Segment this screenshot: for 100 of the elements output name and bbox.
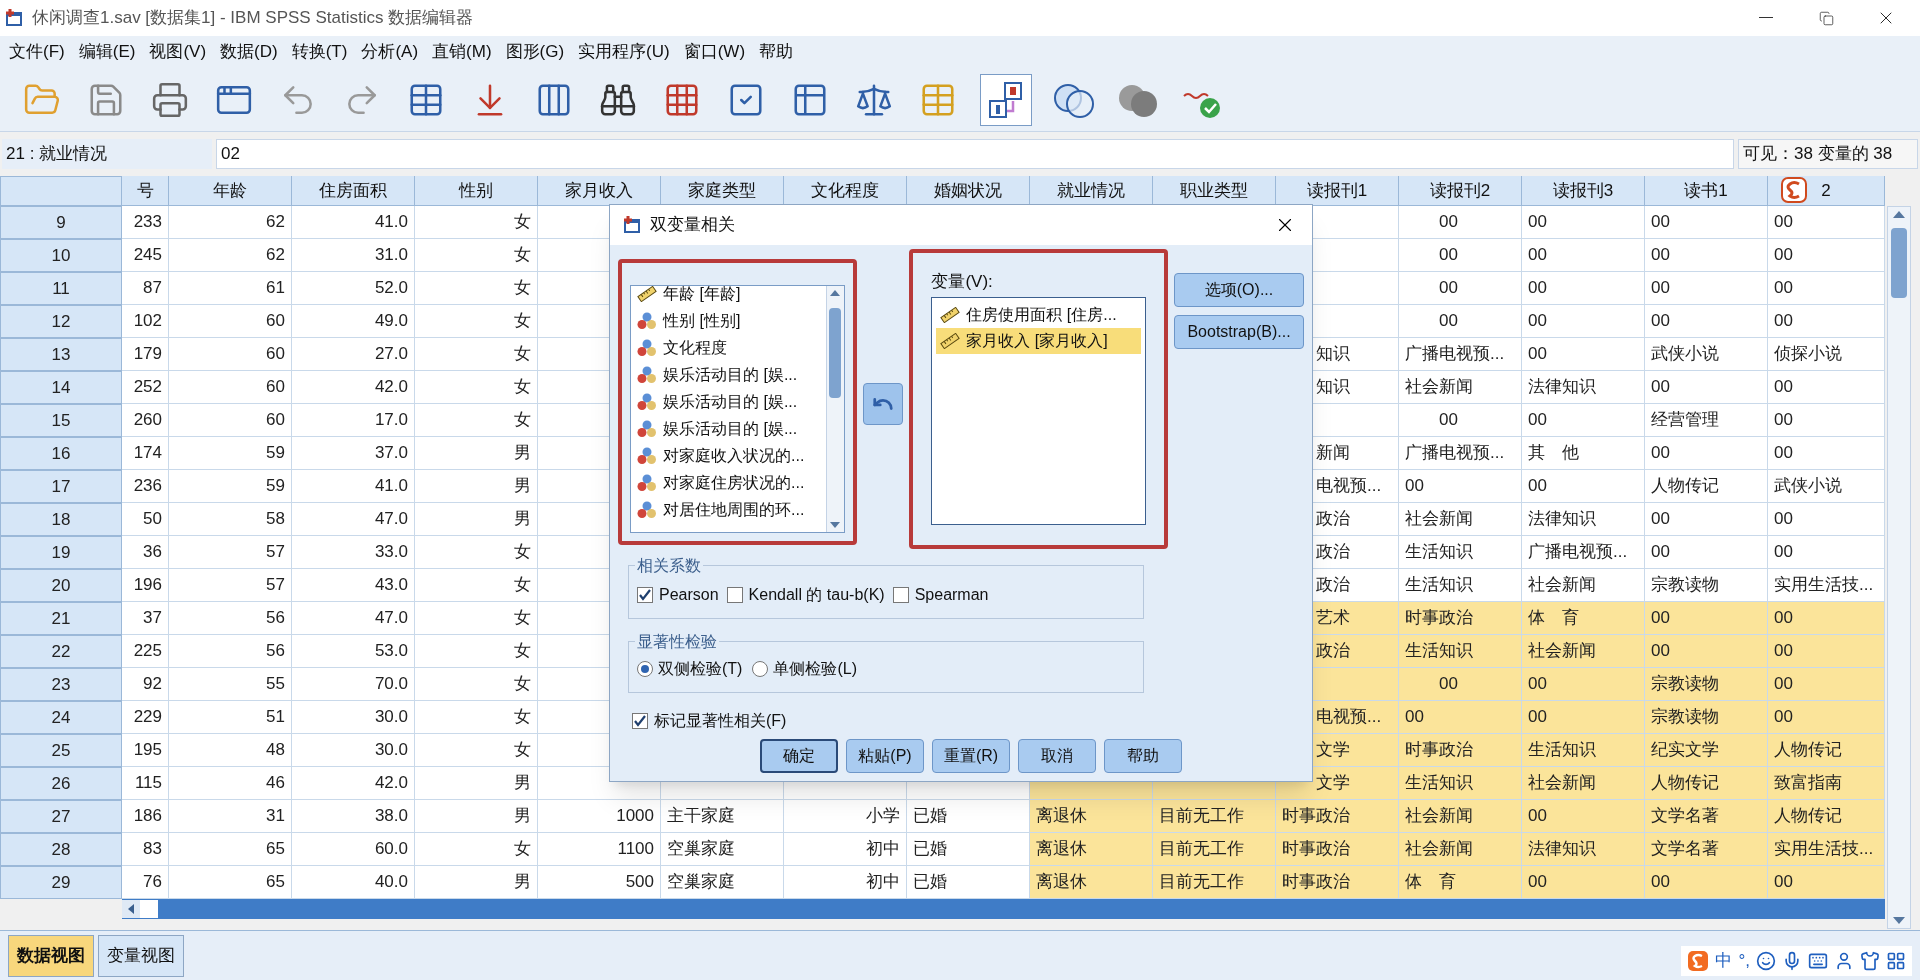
menu-item[interactable]: 图形(G) — [500, 39, 570, 65]
table-cell: 92 — [122, 668, 169, 701]
ime-mode[interactable]: 中 — [1715, 948, 1733, 974]
row-number[interactable]: 23 — [0, 668, 122, 701]
menu-item[interactable]: 数据(D) — [215, 39, 283, 65]
target-variable-list[interactable]: 住房使用面积 [住房... 家月收入 [家月收入] — [931, 296, 1146, 525]
table-cell: 男 — [415, 503, 538, 536]
cell-value-field[interactable]: 02 — [216, 139, 1734, 169]
variable-item[interactable]: 文化程度 — [663, 335, 727, 360]
row-number[interactable]: 14 — [0, 371, 122, 404]
menu-item[interactable]: 视图(V) — [144, 39, 212, 65]
dialog-button[interactable]: 帮助 — [1104, 739, 1182, 773]
table-cell: 00 — [1645, 305, 1768, 338]
row-number[interactable]: 11 — [0, 272, 122, 305]
variable-item[interactable]: 对家庭住房状况的... — [663, 470, 805, 495]
smile-icon[interactable] — [1756, 951, 1776, 971]
view-tab[interactable]: 变量视图 — [98, 935, 184, 977]
corner-cell[interactable] — [0, 176, 122, 206]
checkbox[interactable] — [637, 587, 653, 603]
dialog-button[interactable]: 粘贴(P) — [846, 739, 924, 773]
table-cell: 38.0 — [292, 800, 415, 833]
row-number[interactable]: 10 — [0, 239, 122, 272]
scrollbar[interactable] — [825, 286, 844, 532]
horizontal-scrollbar[interactable] — [122, 899, 1885, 919]
row-number[interactable]: 21 — [0, 602, 122, 635]
row-number[interactable]: 29 — [0, 866, 122, 899]
ime-punctuation[interactable]: °, — [1738, 948, 1750, 974]
row-number[interactable]: 18 — [0, 503, 122, 536]
menu-item[interactable]: 编辑(E) — [73, 39, 141, 65]
row-number[interactable]: 12 — [0, 305, 122, 338]
row-number[interactable]: 15 — [0, 404, 122, 437]
left-arrow-icon[interactable] — [128, 904, 134, 914]
table-cell: 社会新闻 — [1399, 833, 1522, 866]
user-icon[interactable] — [1834, 951, 1854, 971]
table-cell: 42.0 — [292, 371, 415, 404]
column-header[interactable]: 2 — [1821, 177, 1831, 204]
table-cell: 已婚 — [907, 833, 1030, 866]
sogou-logo-icon[interactable] — [1780, 176, 1810, 204]
dialog-button[interactable]: 确定 — [760, 739, 838, 773]
view-tab[interactable]: 数据视图 — [8, 935, 94, 977]
radio-button[interactable] — [752, 661, 769, 677]
variable-item[interactable]: 对居住地周围的环... — [663, 497, 805, 522]
option-button[interactable]: 选项(O)... — [1174, 273, 1304, 307]
dialog-button[interactable]: 取消 — [1018, 739, 1096, 773]
variable-item[interactable]: 娱乐活动目的 [娱... — [663, 362, 798, 387]
variable-item[interactable]: 对家庭收入状况的... — [663, 443, 805, 468]
variable-item[interactable]: 年龄 [年龄] — [663, 286, 741, 306]
menu-item[interactable]: 实用程序(U) — [573, 39, 675, 65]
menu-item[interactable]: 文件(F) — [4, 39, 70, 65]
menu-item[interactable]: 窗口(W) — [678, 39, 751, 65]
scroll-thumb[interactable] — [829, 308, 842, 398]
table-cell: 00 — [1768, 668, 1885, 701]
table-cell: 男 — [415, 470, 538, 503]
variable-item[interactable]: 娱乐活动目的 [娱... — [663, 416, 798, 441]
up-arrow-icon[interactable] — [830, 290, 841, 296]
checkbox[interactable] — [892, 587, 909, 603]
menu-item[interactable]: 转换(T) — [286, 39, 353, 65]
toolbar-button[interactable] — [980, 73, 1032, 126]
menu-item[interactable]: 帮助 — [754, 39, 799, 65]
up-arrow-icon[interactable] — [1893, 211, 1905, 218]
scroll-thumb[interactable] — [140, 900, 158, 918]
checkbox[interactable] — [632, 713, 648, 729]
down-arrow-icon[interactable] — [1893, 917, 1905, 924]
table-cell: 40.0 — [292, 866, 415, 899]
row-number[interactable]: 26 — [0, 767, 122, 800]
row-number[interactable]: 13 — [0, 338, 122, 371]
table-cell: 女 — [415, 602, 538, 635]
scroll-thumb[interactable] — [1891, 228, 1907, 298]
row-number[interactable]: 19 — [0, 536, 122, 569]
move-button[interactable] — [862, 383, 903, 425]
vertical-scrollbar[interactable] — [1887, 206, 1911, 929]
keyboard-icon[interactable] — [1808, 951, 1828, 971]
row-number[interactable]: 9 — [0, 206, 122, 239]
microphone-icon[interactable] — [1782, 951, 1802, 971]
grid-icon[interactable] — [1886, 951, 1906, 971]
variable-item[interactable]: 性别 [性别] — [663, 308, 741, 333]
row-number[interactable]: 20 — [0, 569, 122, 602]
row-number[interactable]: 16 — [0, 437, 122, 470]
row-number[interactable]: 24 — [0, 701, 122, 734]
row-number[interactable]: 27 — [0, 800, 122, 833]
table-cell: 初中 — [784, 833, 907, 866]
down-arrow-icon[interactable] — [830, 522, 841, 528]
cell-reference: 21 : 就业情况 — [2, 139, 212, 169]
menu-item[interactable]: 分析(A) — [356, 39, 424, 65]
option-button[interactable]: Bootstrap(B)... — [1174, 315, 1304, 349]
app-logo-icon — [4, 8, 24, 28]
row-number[interactable]: 28 — [0, 833, 122, 866]
radio-button[interactable] — [637, 661, 653, 677]
shirt-icon[interactable] — [1860, 951, 1880, 971]
row-number[interactable]: 25 — [0, 734, 122, 767]
printer-icon — [151, 80, 189, 119]
sogou-logo-icon[interactable] — [1687, 950, 1710, 972]
row-number[interactable]: 22 — [0, 635, 122, 668]
variable-item[interactable]: 住房使用面积 [住房... — [966, 302, 1117, 327]
checkbox[interactable] — [726, 587, 743, 603]
source-variable-list[interactable]: 年龄 [年龄] 性别 [性别] 文化程度 娱乐活动目的 [娱... 娱乐活动目的 [娱... 娱乐活动目的 [娱... 对家庭收入状况的... 对家庭住房状况的... 对居住地周围的环... — [630, 285, 845, 533]
dialog-button[interactable]: 重置(R) — [932, 739, 1010, 773]
variable-item[interactable]: 娱乐活动目的 [娱... — [663, 389, 798, 414]
row-number[interactable]: 17 — [0, 470, 122, 503]
menu-item[interactable]: 直销(M) — [427, 39, 497, 65]
